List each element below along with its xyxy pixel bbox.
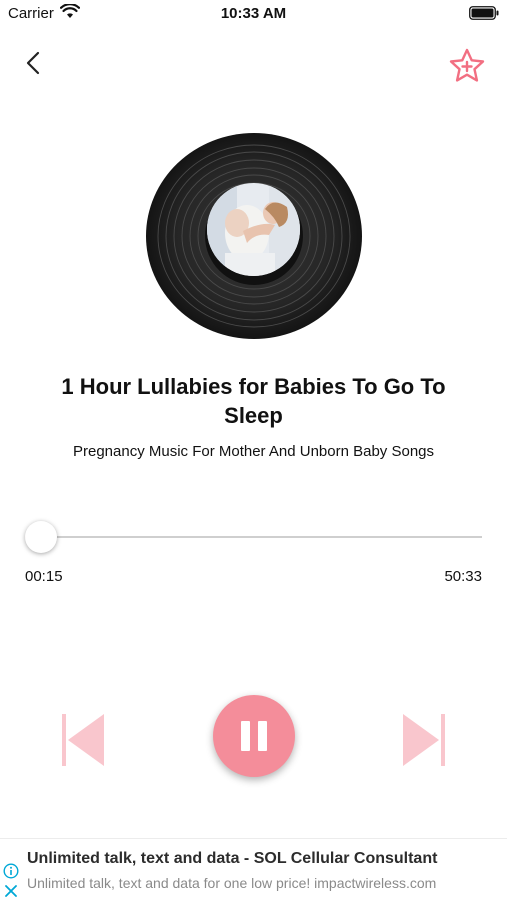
previous-track-button[interactable] [60, 712, 106, 768]
back-button[interactable] [20, 48, 48, 78]
skip-next-icon [403, 714, 445, 766]
chevron-left-icon [26, 51, 40, 75]
ad-banner[interactable]: Unlimited talk, text and data - SOL Cell… [0, 838, 507, 900]
status-time: 10:33 AM [220, 5, 287, 22]
info-icon[interactable] [3, 863, 19, 879]
star-plus-icon [449, 48, 485, 82]
pause-button[interactable] [213, 695, 295, 777]
status-bar: Carrier 10:33 AM [0, 0, 507, 28]
battery-icon [469, 6, 499, 20]
next-track-button[interactable] [401, 712, 447, 768]
track-title: 1 Hour Lullabies for Babies To Go To Sle… [61, 374, 446, 428]
track-subtitle: Pregnancy Music For Mother And Unborn Ba… [72, 443, 435, 460]
ad-title[interactable]: Unlimited talk, text and data - SOL Cell… [27, 850, 437, 868]
progress-bar[interactable] [25, 536, 482, 538]
skip-previous-icon [62, 714, 104, 766]
elapsed-time: 00:15 [25, 568, 63, 585]
album-art-illustration [207, 183, 300, 276]
close-icon[interactable] [3, 883, 19, 899]
album-art-image [207, 183, 300, 276]
favorite-button[interactable] [447, 47, 487, 85]
total-time: 50:33 [444, 568, 482, 585]
progress-thumb[interactable] [25, 521, 57, 553]
ad-description[interactable]: Unlimited talk, text and data for one lo… [27, 875, 436, 891]
